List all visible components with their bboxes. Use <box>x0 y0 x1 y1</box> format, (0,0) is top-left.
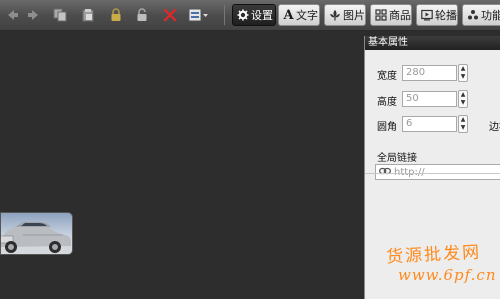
radius-input[interactable]: 6 <box>402 116 457 132</box>
tab-carousel-label: 轮播 <box>435 9 457 22</box>
car-image-module[interactable] <box>0 212 73 255</box>
tab-products[interactable]: 商品 <box>370 4 412 26</box>
tab-carousel[interactable]: 轮播 <box>416 4 458 26</box>
align-dropdown-icon[interactable] <box>188 7 210 23</box>
paste-icon[interactable] <box>80 7 96 23</box>
unlock-icon[interactable] <box>134 7 150 23</box>
tab-functions-label: 功能 <box>481 9 500 22</box>
car-image <box>1 222 72 254</box>
border-label: 边框 <box>489 122 500 133</box>
tab-products-label: 商品 <box>389 9 411 22</box>
tab-text[interactable]: A 文字 <box>278 4 320 26</box>
radius-label: 圆角 <box>377 122 397 133</box>
copy-icon[interactable] <box>52 7 68 23</box>
height-input[interactable]: 50 <box>402 91 457 107</box>
tab-functions[interactable]: 功能 <box>462 4 500 26</box>
spin-down-icon[interactable]: ▼ <box>461 125 466 131</box>
spin-up-icon[interactable]: ▲ <box>461 117 466 123</box>
tab-settings-label: 设置 <box>251 9 273 22</box>
link-icon <box>379 167 391 178</box>
forward-arrow-icon[interactable] <box>26 7 42 23</box>
grid-icon <box>375 9 387 21</box>
spin-down-icon[interactable]: ▼ <box>461 100 466 106</box>
radius-spinner[interactable]: ▲ ▼ <box>458 115 468 133</box>
watermark-url: www.6pf.cn <box>398 266 497 284</box>
gear-icon <box>237 9 249 21</box>
global-link-placeholder: http:// <box>394 166 425 178</box>
global-link-label: 全局链接 <box>377 153 417 164</box>
text-icon: A <box>283 7 294 23</box>
lock-icon[interactable] <box>108 7 124 23</box>
image-icon <box>329 9 341 21</box>
delete-icon[interactable] <box>162 7 178 23</box>
panel-title: 基本属性 <box>365 36 500 50</box>
toolbar-separator <box>224 5 225 25</box>
height-spinner[interactable]: ▲ ▼ <box>458 90 468 108</box>
toolbar: 设置 A 文字 图片 商品 轮播 功能 <box>0 0 500 31</box>
watermark-title: 货源批发网 <box>385 242 482 268</box>
tab-image[interactable]: 图片 <box>324 4 366 26</box>
tab-image-label: 图片 <box>343 9 365 22</box>
tab-text-label: 文字 <box>296 9 318 22</box>
global-link-input[interactable]: http:// <box>375 164 500 180</box>
width-spinner[interactable]: ▲ ▼ <box>458 64 468 82</box>
spin-down-icon[interactable]: ▼ <box>461 74 466 80</box>
height-label: 高度 <box>377 97 397 108</box>
panel-divider <box>365 173 500 174</box>
slideshow-icon <box>421 9 433 21</box>
tab-settings[interactable]: 设置 <box>232 4 276 26</box>
width-input[interactable]: 280 <box>402 65 457 81</box>
function-icon <box>467 9 479 21</box>
back-arrow-icon[interactable] <box>4 7 20 23</box>
spin-up-icon[interactable]: ▲ <box>461 92 466 98</box>
spin-up-icon[interactable]: ▲ <box>461 66 466 72</box>
width-label: 宽度 <box>377 71 397 82</box>
